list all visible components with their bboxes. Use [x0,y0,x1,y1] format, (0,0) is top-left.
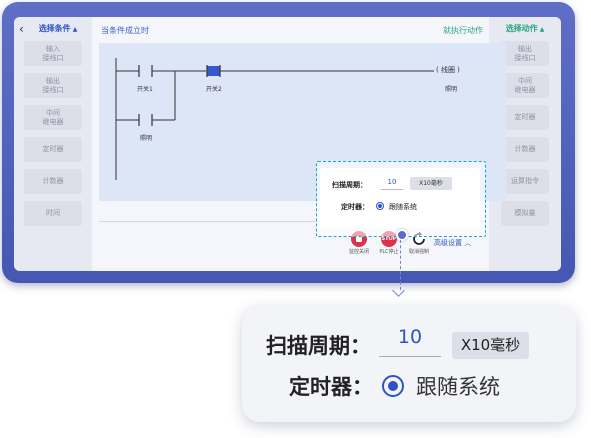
condition-output-terminal[interactable]: 输出 接线口 [24,73,82,98]
contact-2-selected [207,66,220,76]
coil-label: 照明 [445,86,458,93]
contact-2-label: 开关2 [206,86,222,93]
advanced-settings-toggle[interactable]: 高级设置 ︿ [434,238,471,248]
follow-system-radio[interactable] [376,202,384,210]
back-icon[interactable]: ‹ [19,23,24,35]
action-timer[interactable]: 定时器 [501,105,549,130]
collapse-arrow-icon: ▲ [72,26,78,33]
zoom-scan-period-label: 扫描周期： [266,334,371,358]
action-math[interactable]: 运算指令 [501,169,549,194]
condition-time[interactable]: 时间 [24,201,82,226]
action-panel-title[interactable]: 选择动作 ▲ [489,17,561,41]
chevron-down-icon [392,284,405,297]
settings-popup [320,168,480,228]
action-output-terminal[interactable]: 输出 接线口 [501,41,549,66]
condition-relay[interactable]: 中间 继电器 [24,105,82,130]
condition-timer[interactable]: 定时器 [24,137,82,162]
condition-header: 当条件成立时 [101,26,149,35]
condition-panel: ‹ 选择条件 ▲ 输入 接线口 输出 接线口 中间 继电器 定时器 计数器 时间 [14,17,92,271]
follow-system-label: 跟随系统 [389,203,417,211]
scan-period-label: 扫描周期： [332,181,367,189]
branch-contact-label: 照明 [140,135,153,142]
zoom-scan-period-input[interactable]: 10 [379,326,441,357]
scan-period-unit: X10毫秒 [410,177,452,190]
zoom-callout [242,306,576,422]
collapse-arrow-icon: ▲ [539,26,545,33]
timer-label: 定时器： [341,203,369,211]
zoom-follow-system-radio[interactable] [382,375,404,397]
callout-anchor [396,229,408,241]
zoom-follow-system-label: 跟随系统 [416,375,500,399]
contact-1-label: 开关1 [137,86,153,93]
condition-counter[interactable]: 计数器 [24,169,82,194]
condition-input-terminal[interactable]: 输入 接线口 [24,41,82,66]
action-analog[interactable]: 模拟量 [501,201,549,226]
zoom-timer-label: 定时器： [289,375,373,399]
action-counter[interactable]: 计数器 [501,137,549,162]
coil-symbol[interactable]: ( 线圈 ) [436,65,460,75]
plc-device-frame: ‹ 选择条件 ▲ 输入 接线口 输出 接线口 中间 继电器 定时器 计数器 时间 … [2,2,575,283]
callout-connector [400,240,402,290]
zoom-scan-period-unit: X10毫秒 [452,332,529,359]
action-relay[interactable]: 中间 继电器 [501,73,549,98]
condition-panel-title[interactable]: 选择条件 ▲ [14,17,92,41]
scan-period-input[interactable]: 10 [381,178,403,190]
action-header: 就执行动作 [443,26,483,35]
ladder-header: 当条件成立时 就执行动作 [101,25,483,39]
chevron-up-icon: ︿ [462,239,472,247]
